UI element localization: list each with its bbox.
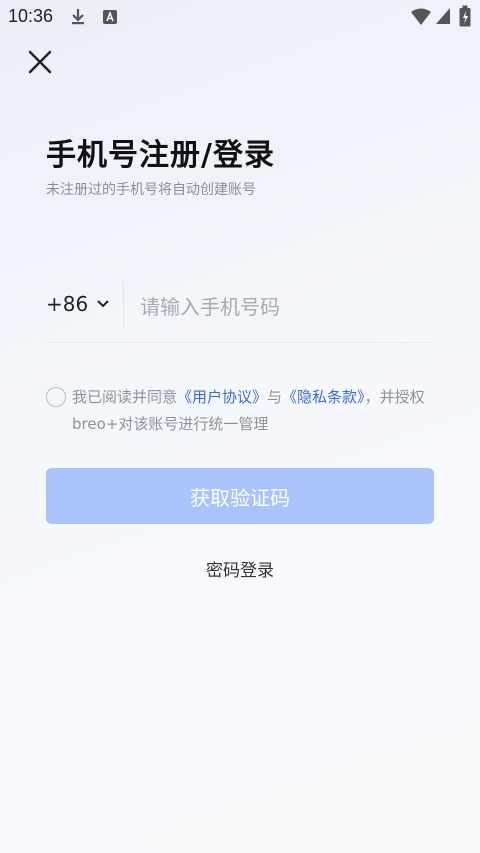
- country-code-label: +86: [46, 292, 89, 316]
- user-agreement-link[interactable]: 《用户协议》: [177, 388, 267, 406]
- app-notification-icon: [103, 10, 117, 24]
- page-title: 手机号注册/登录: [46, 138, 275, 173]
- agreement-text: 我已阅读并同意《用户协议》与《隐私条款》，并授权breo+对该账号进行统一管理: [72, 384, 438, 438]
- get-verification-code-button[interactable]: 获取验证码: [46, 468, 434, 524]
- chevron-down-icon: [97, 300, 109, 308]
- page-subtitle: 未注册过的手机号将自动创建账号: [46, 182, 256, 198]
- password-login-link[interactable]: 密码登录: [206, 561, 274, 581]
- agreement-connector: 与: [267, 388, 283, 406]
- download-icon: [72, 9, 84, 25]
- privacy-policy-link[interactable]: 《隐私条款》: [282, 388, 365, 406]
- phone-number-input[interactable]: [138, 288, 432, 326]
- close-button[interactable]: [24, 46, 56, 78]
- battery-icon: [459, 5, 471, 27]
- signal-icon: [436, 8, 450, 24]
- password-login-container: 密码登录: [0, 556, 480, 581]
- divider: [123, 282, 124, 328]
- status-time: 10:36: [8, 6, 54, 26]
- status-bar: 10:36: [0, 0, 480, 34]
- close-icon: [28, 50, 52, 74]
- agreement-prefix: 我已阅读并同意: [72, 388, 178, 406]
- agree-checkbox[interactable]: [46, 387, 66, 407]
- phone-input-row: +86: [46, 280, 434, 343]
- wifi-icon: [411, 8, 431, 25]
- country-code-selector[interactable]: +86: [46, 292, 110, 316]
